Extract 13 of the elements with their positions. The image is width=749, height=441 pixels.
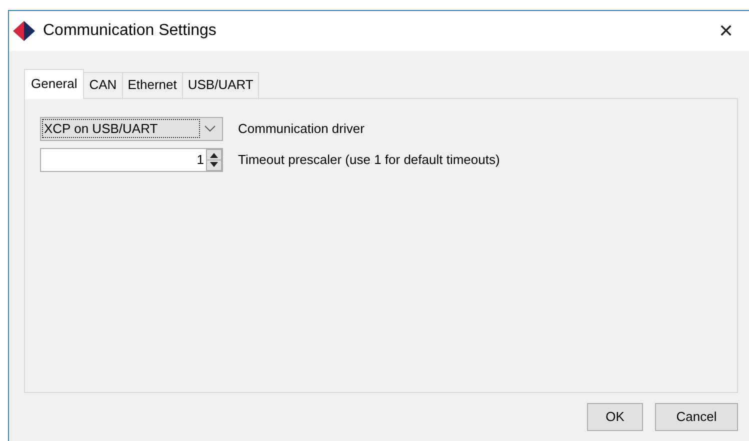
ok-button[interactable]: OK [587, 403, 643, 431]
driver-dropdown[interactable]: XCP on USB/UART [40, 116, 223, 140]
cancel-button[interactable]: Cancel [655, 403, 738, 431]
chevron-icon [204, 124, 216, 132]
tab[interactable]: USB/UART [182, 72, 260, 98]
driver-label: Communication driver [238, 120, 364, 138]
close-button[interactable]: ✕ [703, 11, 749, 51]
tab[interactable]: General [24, 69, 84, 98]
window-title: Communication Settings [43, 21, 216, 41]
spinner-arrows-icon[interactable] [206, 148, 222, 170]
prescaler-spinbox[interactable]: 1 [40, 148, 223, 172]
prescaler-label: Timeout prescaler (use 1 for default timeouts) [238, 150, 500, 169]
app-logo-icon [13, 21, 35, 41]
